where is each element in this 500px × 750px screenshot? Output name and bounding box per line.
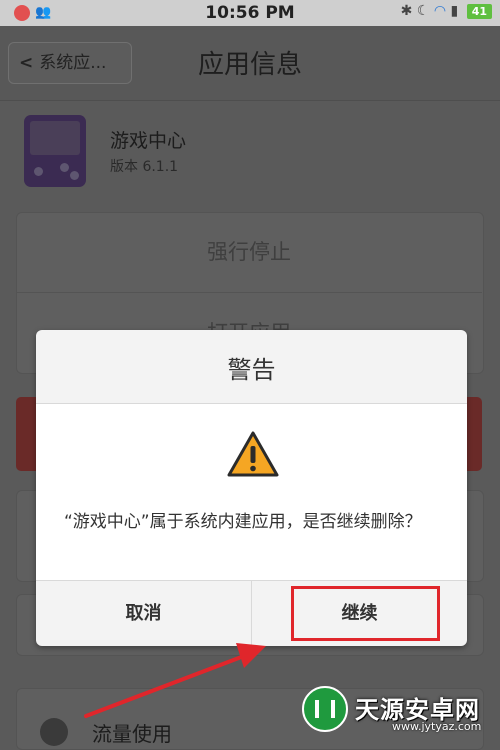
watermark-logo-icon xyxy=(302,686,348,732)
watermark-url: www.jytyaz.com xyxy=(392,720,482,733)
annotation-arrow-icon xyxy=(84,643,266,718)
